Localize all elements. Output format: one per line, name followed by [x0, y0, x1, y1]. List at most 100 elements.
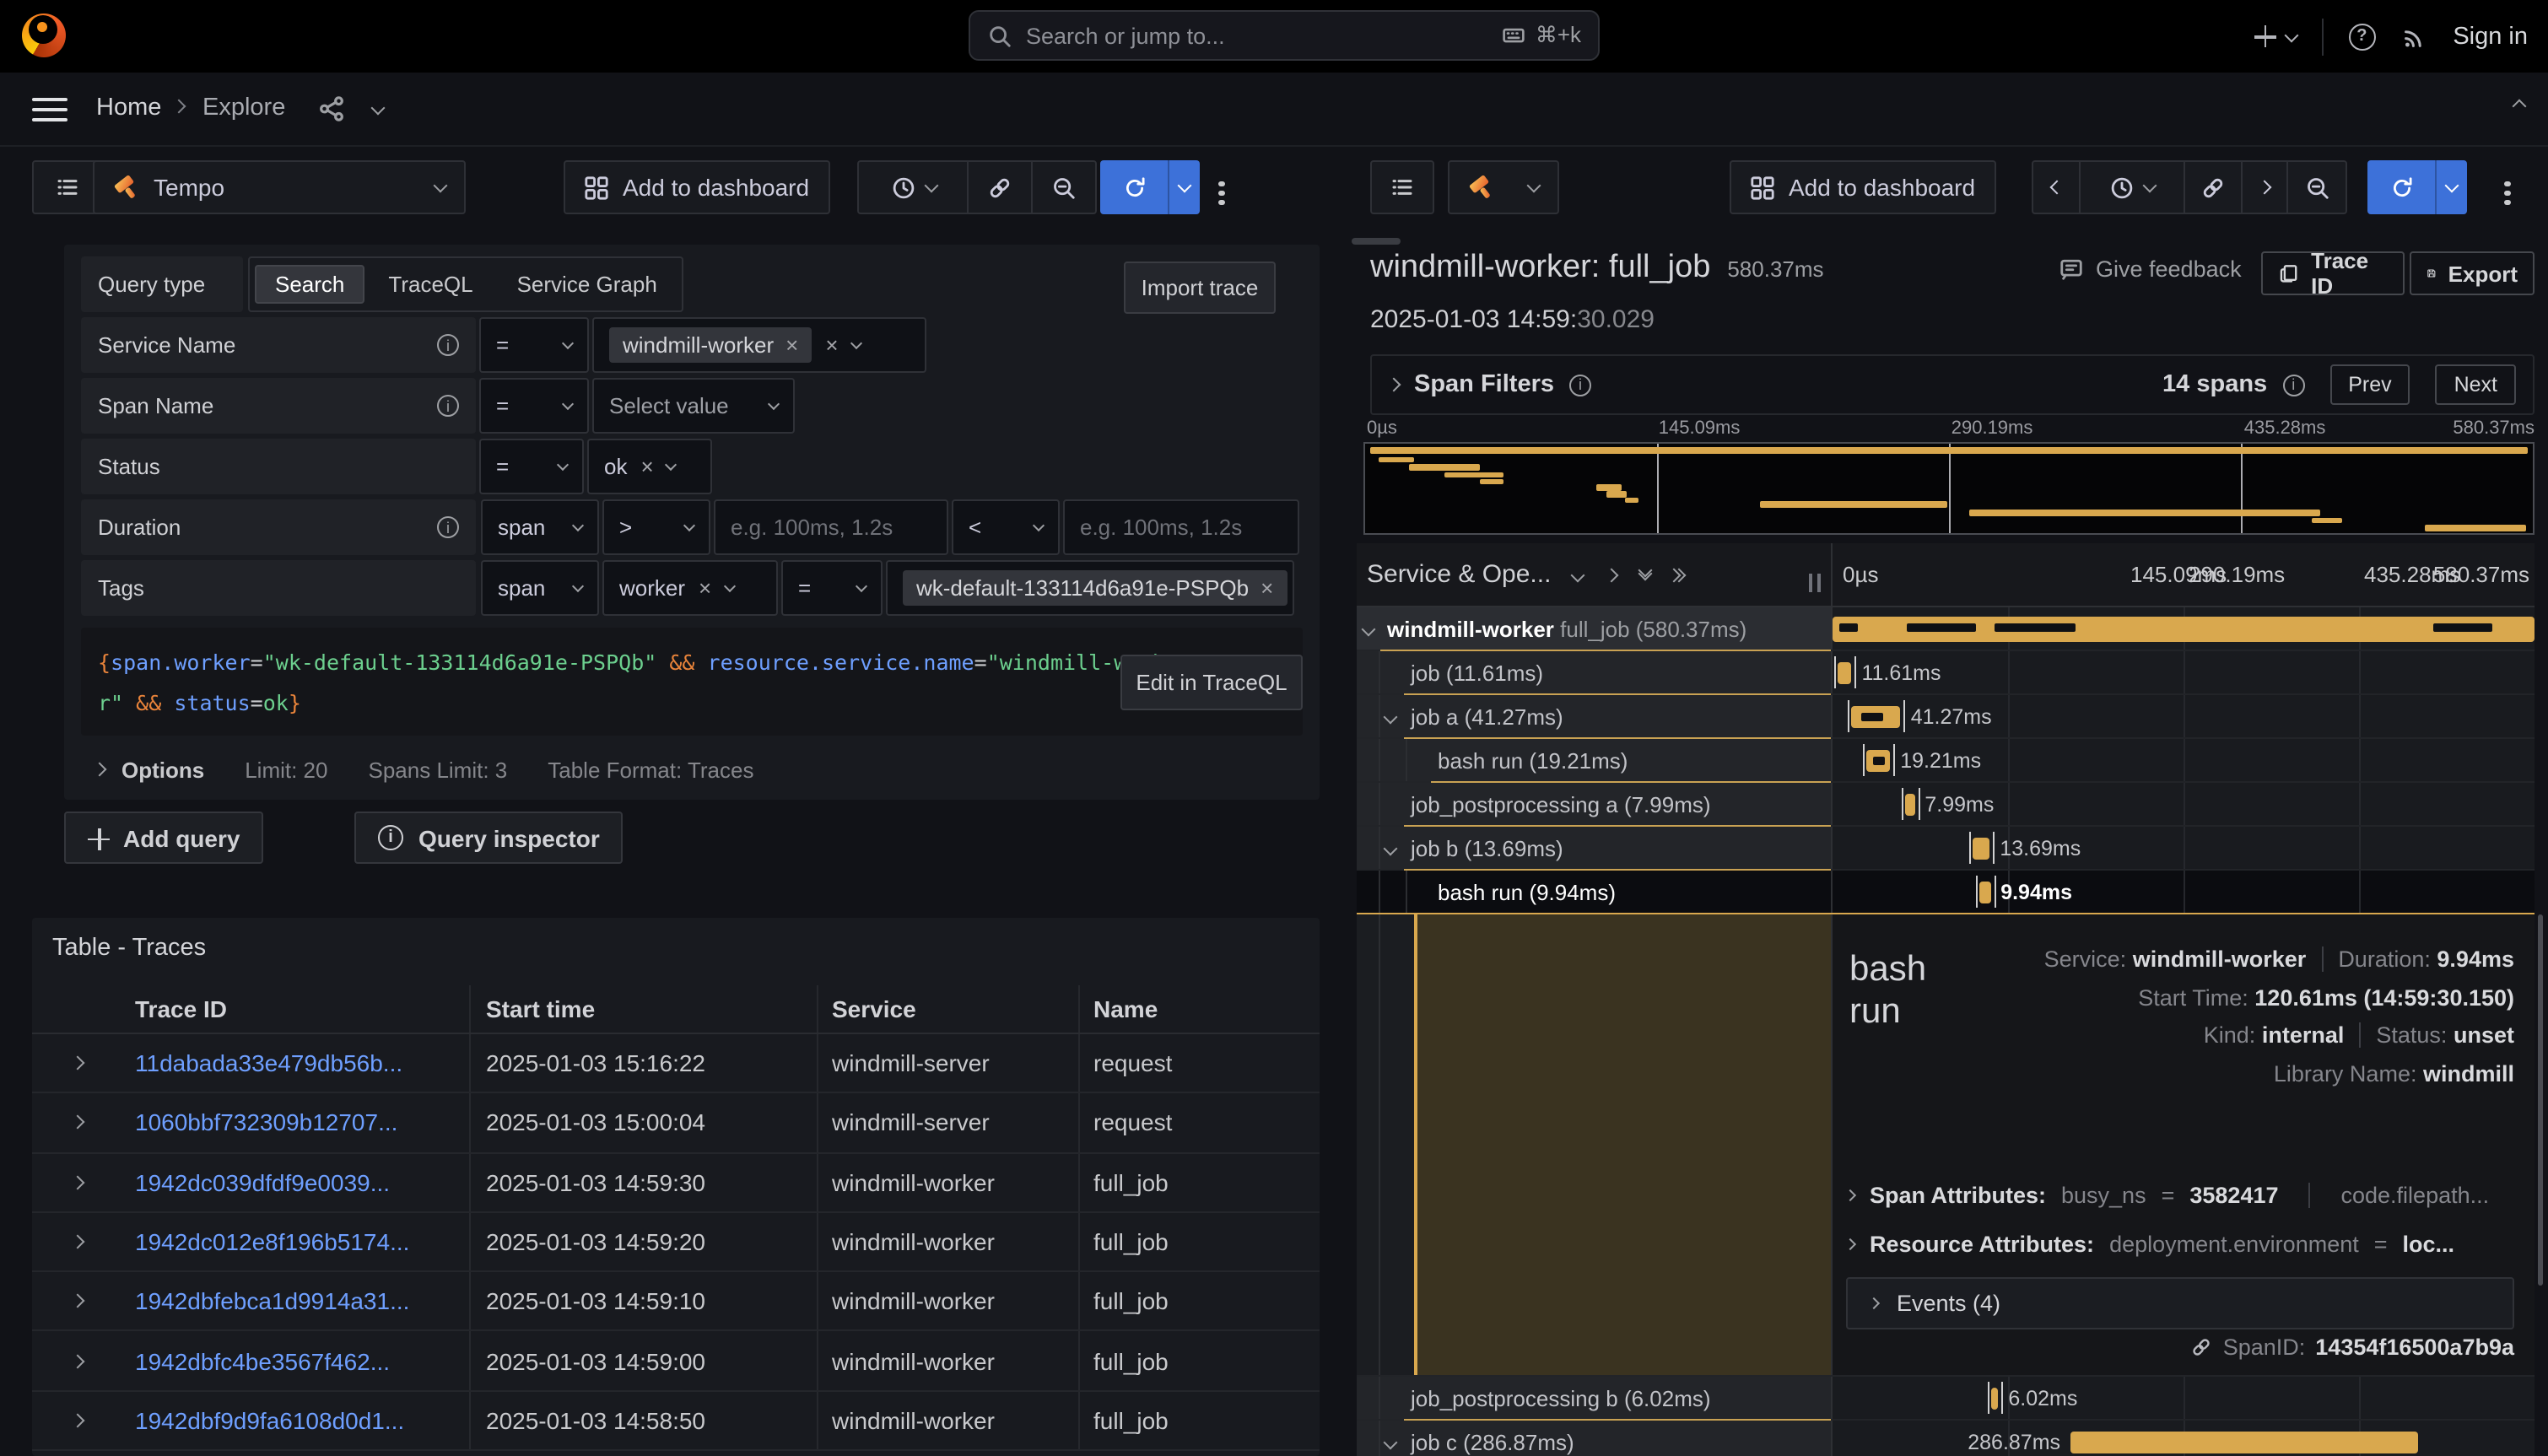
- global-search[interactable]: ⌘+k: [969, 10, 1600, 61]
- service-name-chip[interactable]: windmill-worker×: [609, 327, 812, 363]
- span-filters-section[interactable]: Span Filters i 14 spans i Prev Next: [1370, 354, 2535, 415]
- events-row[interactable]: Events (4): [1846, 1277, 2514, 1329]
- span-bar[interactable]: [1851, 705, 1901, 727]
- row-expand-caret[interactable]: [32, 1332, 128, 1390]
- refresh-button[interactable]: [1100, 160, 1168, 214]
- span-row[interactable]: job_postprocessing b (6.02ms)6.02ms: [1357, 1377, 2535, 1421]
- resource-attributes-row[interactable]: Resource Attributes: deployment.environm…: [1846, 1220, 2514, 1269]
- chevron-down-icon[interactable]: [850, 337, 861, 349]
- col-name[interactable]: Name: [1078, 985, 1320, 1033]
- trace-id-button[interactable]: Trace ID: [2261, 251, 2405, 295]
- zoom-out-button[interactable]: [2286, 162, 2346, 213]
- span-bar[interactable]: [1973, 837, 1989, 859]
- chevron-right-icon[interactable]: [1605, 568, 1619, 582]
- tab-search[interactable]: Search: [255, 265, 364, 304]
- add-to-dashboard-button-right[interactable]: Add to dashboard: [1730, 160, 1995, 214]
- shift-time-back-button[interactable]: [2033, 162, 2079, 213]
- column-resize-icon[interactable]: [1809, 570, 1821, 601]
- prev-button[interactable]: Prev: [2329, 364, 2410, 405]
- span-row[interactable]: job a (41.27ms)41.27ms: [1357, 695, 2535, 739]
- trace-id-link[interactable]: 1060bbf732309b12707...: [128, 1094, 469, 1152]
- span-row[interactable]: job_postprocessing a (7.99ms)7.99ms: [1357, 783, 2535, 827]
- table-row[interactable]: 1942dc039dfdf9e0039...2025-01-03 14:59:3…: [32, 1153, 1320, 1213]
- expand-all-icon[interactable]: [1674, 569, 1684, 580]
- clear-icon[interactable]: ×: [825, 332, 838, 358]
- refresh-interval-dropdown[interactable]: [1168, 160, 1200, 214]
- remove-chip-icon[interactable]: ×: [785, 332, 798, 358]
- next-button[interactable]: Next: [2436, 364, 2516, 405]
- give-feedback-button[interactable]: Give feedback: [2059, 256, 2242, 282]
- span-row[interactable]: bash run (9.94ms)9.94ms: [1357, 871, 2535, 914]
- duration-op-lt[interactable]: <: [952, 499, 1060, 555]
- sign-in-button[interactable]: Sign in: [2453, 23, 2528, 50]
- sync-times-button[interactable]: [967, 162, 1031, 213]
- trace-id-link[interactable]: 11dabada33e479db56b...: [128, 1034, 469, 1092]
- breadcrumb-explore[interactable]: Explore: [202, 94, 285, 121]
- span-bar[interactable]: [1905, 793, 1915, 815]
- service-name-operator[interactable]: =: [479, 317, 589, 373]
- row-expand-caret[interactable]: [32, 1153, 128, 1211]
- collapse-pane-icon[interactable]: [2513, 100, 2527, 114]
- refresh-button[interactable]: [2367, 160, 2435, 214]
- trace-id-link[interactable]: 1942dbfebca1d9914a31...: [128, 1272, 469, 1330]
- collapse-all-icon[interactable]: [1640, 571, 1650, 578]
- trace-minimap[interactable]: [1363, 442, 2535, 535]
- span-name-value[interactable]: Select value: [592, 378, 795, 434]
- span-name-operator[interactable]: =: [479, 378, 589, 434]
- collapse-span-icon[interactable]: [1384, 1436, 1398, 1450]
- pane-resize-handle[interactable]: [1352, 238, 1401, 245]
- span-bar[interactable]: [2070, 1431, 2417, 1453]
- import-trace-button[interactable]: Import trace: [1124, 262, 1276, 314]
- tab-traceql[interactable]: TraceQL: [368, 265, 493, 304]
- collapse-span-icon[interactable]: [1362, 623, 1376, 637]
- span-row[interactable]: windmill-worker full_job (580.37ms): [1357, 607, 2535, 651]
- query-history-button[interactable]: [32, 160, 101, 214]
- table-row[interactable]: 1942dbfc4be3567f462...2025-01-03 14:59:0…: [32, 1332, 1320, 1392]
- span-row[interactable]: bash run (19.21ms)19.21ms: [1357, 739, 2535, 783]
- datasource-picker[interactable]: Tempo: [93, 160, 466, 214]
- trace-id-link[interactable]: 1942dc039dfdf9e0039...: [128, 1153, 469, 1211]
- menu-toggle-icon[interactable]: [32, 98, 67, 121]
- row-expand-caret[interactable]: [32, 1272, 128, 1330]
- share-icon[interactable]: [317, 94, 346, 123]
- row-expand-caret[interactable]: [32, 1392, 128, 1450]
- time-picker-button[interactable]: [859, 162, 967, 213]
- span-row[interactable]: job (11.61ms)11.61ms: [1357, 651, 2535, 695]
- col-trace-id[interactable]: Trace ID: [128, 985, 469, 1033]
- table-row[interactable]: 1942dbf9d9fa6108d0d1...2025-01-03 14:58:…: [32, 1392, 1320, 1452]
- status-operator[interactable]: =: [479, 439, 584, 494]
- query-history-button-right[interactable]: [1370, 160, 1434, 214]
- trace-id-link[interactable]: 1942dc012e8f196b5174...: [128, 1213, 469, 1271]
- span-attributes-row[interactable]: Span Attributes: busy_ns=3582417 code.fi…: [1846, 1171, 2514, 1220]
- col-service[interactable]: Service: [817, 985, 1078, 1033]
- help-icon[interactable]: ?: [2348, 23, 2375, 50]
- service-operation-header[interactable]: Service & Ope...: [1367, 560, 1551, 589]
- collapse-span-icon[interactable]: [1384, 710, 1398, 725]
- query-inspector-button[interactable]: iQuery inspector: [354, 812, 624, 864]
- refresh-interval-dropdown[interactable]: [2435, 160, 2467, 214]
- table-row[interactable]: 1942dbfebca1d9914a31...2025-01-03 14:59:…: [32, 1272, 1320, 1332]
- table-row[interactable]: 1060bbf732309b12707...2025-01-03 15:00:0…: [32, 1094, 1320, 1154]
- tags-value[interactable]: wk-default-133114d6a91e-PSPQb×: [886, 560, 1294, 616]
- chevron-down-icon[interactable]: [371, 101, 386, 116]
- table-row[interactable]: 1942dc012e8f196b5174...2025-01-03 14:59:…: [32, 1213, 1320, 1273]
- options-row[interactable]: Options Limit: 20 Spans Limit: 3 Table F…: [81, 749, 1303, 790]
- edit-in-traceql-button[interactable]: Edit in TraceQL: [1120, 655, 1303, 710]
- span-bar[interactable]: [1838, 661, 1852, 683]
- col-start-time[interactable]: Start time: [469, 985, 817, 1033]
- tags-value-chip[interactable]: wk-default-133114d6a91e-PSPQb×: [903, 570, 1287, 606]
- trace-id-link[interactable]: 1942dbfc4be3567f462...: [128, 1332, 469, 1390]
- breadcrumb-home[interactable]: Home: [96, 94, 161, 121]
- tags-key[interactable]: worker×: [602, 560, 778, 616]
- table-row[interactable]: 11dabada33e479db56b...2025-01-03 15:16:2…: [32, 1034, 1320, 1094]
- trace-id-link[interactable]: 1942dbf9d9fa6108d0d1...: [128, 1392, 469, 1450]
- row-expand-caret[interactable]: [32, 1213, 128, 1271]
- status-value[interactable]: ok×: [587, 439, 712, 494]
- span-row[interactable]: job b (13.69ms)13.69ms: [1357, 827, 2535, 871]
- news-icon[interactable]: [2400, 23, 2427, 50]
- link-icon[interactable]: [2191, 1336, 2213, 1358]
- collapse-span-icon[interactable]: [1384, 842, 1398, 856]
- service-name-value[interactable]: windmill-worker× ×: [592, 317, 926, 373]
- shift-time-forward-button[interactable]: [2241, 162, 2286, 213]
- zoom-out-button[interactable]: [1031, 162, 1095, 213]
